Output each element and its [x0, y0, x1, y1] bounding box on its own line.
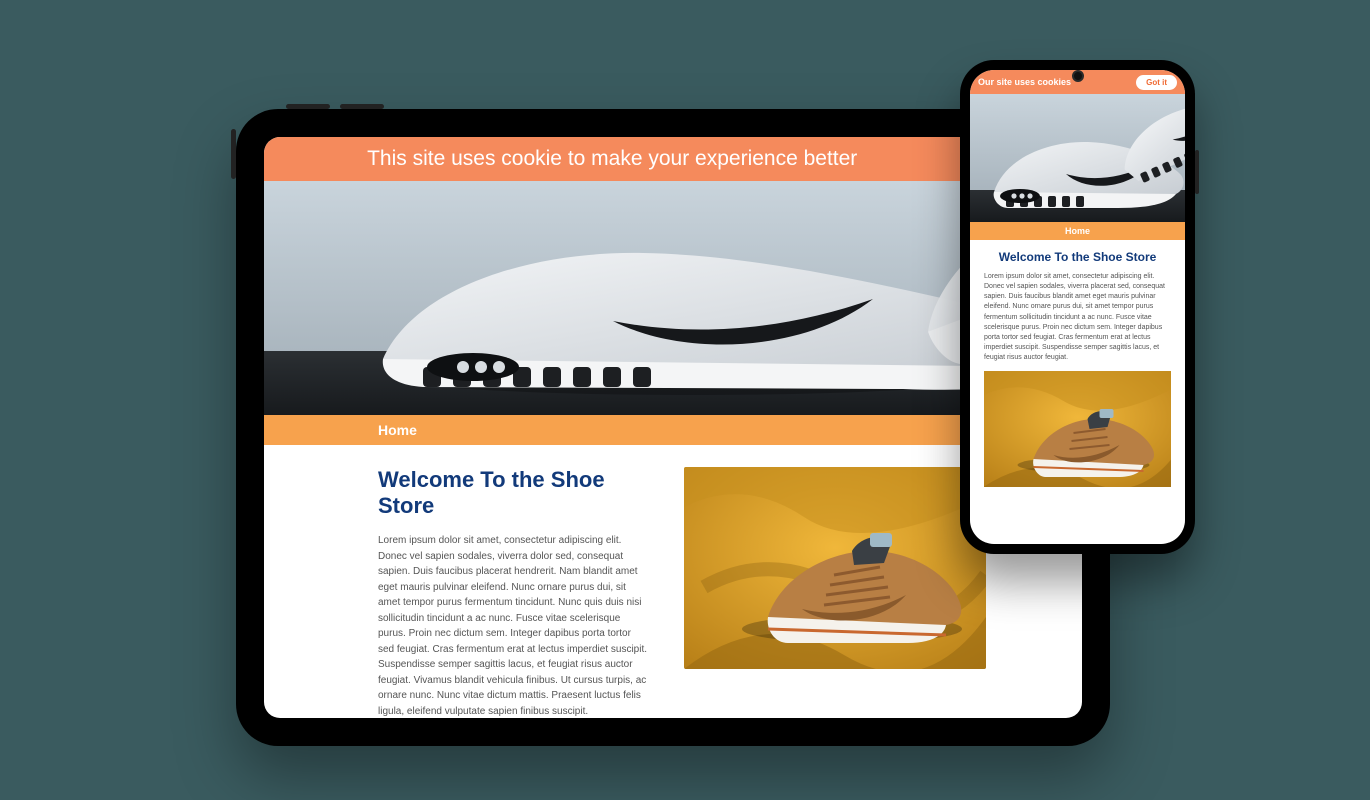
- cookie-banner-text: Our site uses cookies: [978, 77, 1130, 87]
- body-copy: Lorem ipsum dolor sit amet, consectetur …: [984, 272, 1171, 363]
- hero-image: [970, 94, 1185, 222]
- main-content: Welcome To the Shoe Store Lorem ipsum do…: [970, 240, 1185, 499]
- body-copy: Lorem ipsum dolor sit amet, consectetur …: [378, 533, 648, 718]
- tan-sneaker-icon: [684, 467, 986, 669]
- cookie-banner-text: This site uses cookie to make your exper…: [282, 147, 942, 171]
- product-image: [984, 371, 1171, 487]
- phone-camera-icon: [1072, 70, 1084, 82]
- nav-item-home[interactable]: Home: [378, 422, 417, 438]
- product-image: [684, 467, 986, 669]
- phone-screen: Our site uses cookies Got it: [970, 70, 1185, 544]
- phone-device-frame: Our site uses cookies Got it: [960, 60, 1195, 554]
- tan-sneaker-icon: [984, 371, 1171, 487]
- nav-bar: Home: [970, 222, 1185, 240]
- white-sneaker-hero-icon: [970, 94, 1185, 222]
- page-title: Welcome To the Shoe Store: [378, 467, 648, 519]
- nav-item-home[interactable]: Home: [1065, 226, 1090, 236]
- page-title: Welcome To the Shoe Store: [984, 250, 1171, 264]
- cookie-accept-button[interactable]: Got it: [1136, 75, 1177, 90]
